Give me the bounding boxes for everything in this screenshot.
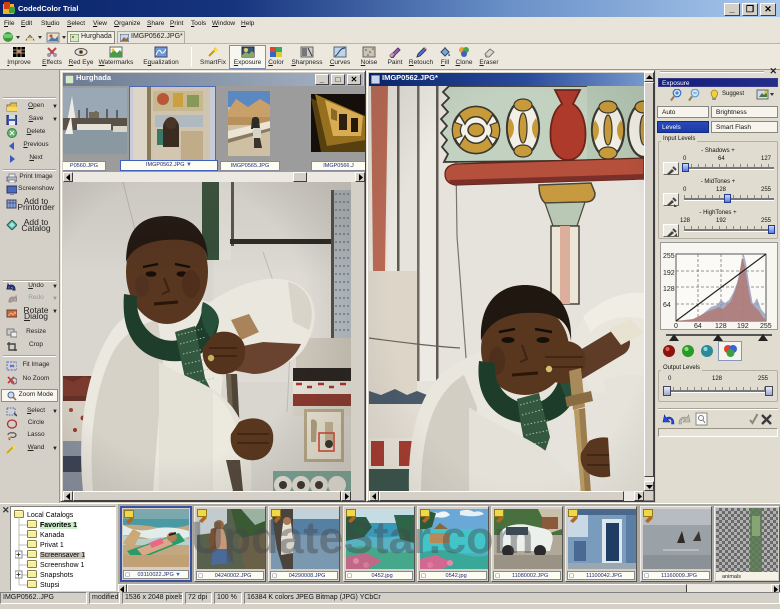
svg-text:192: 192 bbox=[663, 270, 675, 277]
svg-text:192: 192 bbox=[737, 323, 749, 329]
svg-text:255: 255 bbox=[760, 323, 772, 329]
svg-text:64: 64 bbox=[694, 323, 702, 329]
svg-text:0: 0 bbox=[674, 323, 678, 329]
svg-text:255: 255 bbox=[663, 253, 675, 260]
svg-text:128: 128 bbox=[663, 286, 675, 293]
svg-text:128: 128 bbox=[715, 323, 727, 329]
svg-text:64: 64 bbox=[663, 302, 671, 309]
